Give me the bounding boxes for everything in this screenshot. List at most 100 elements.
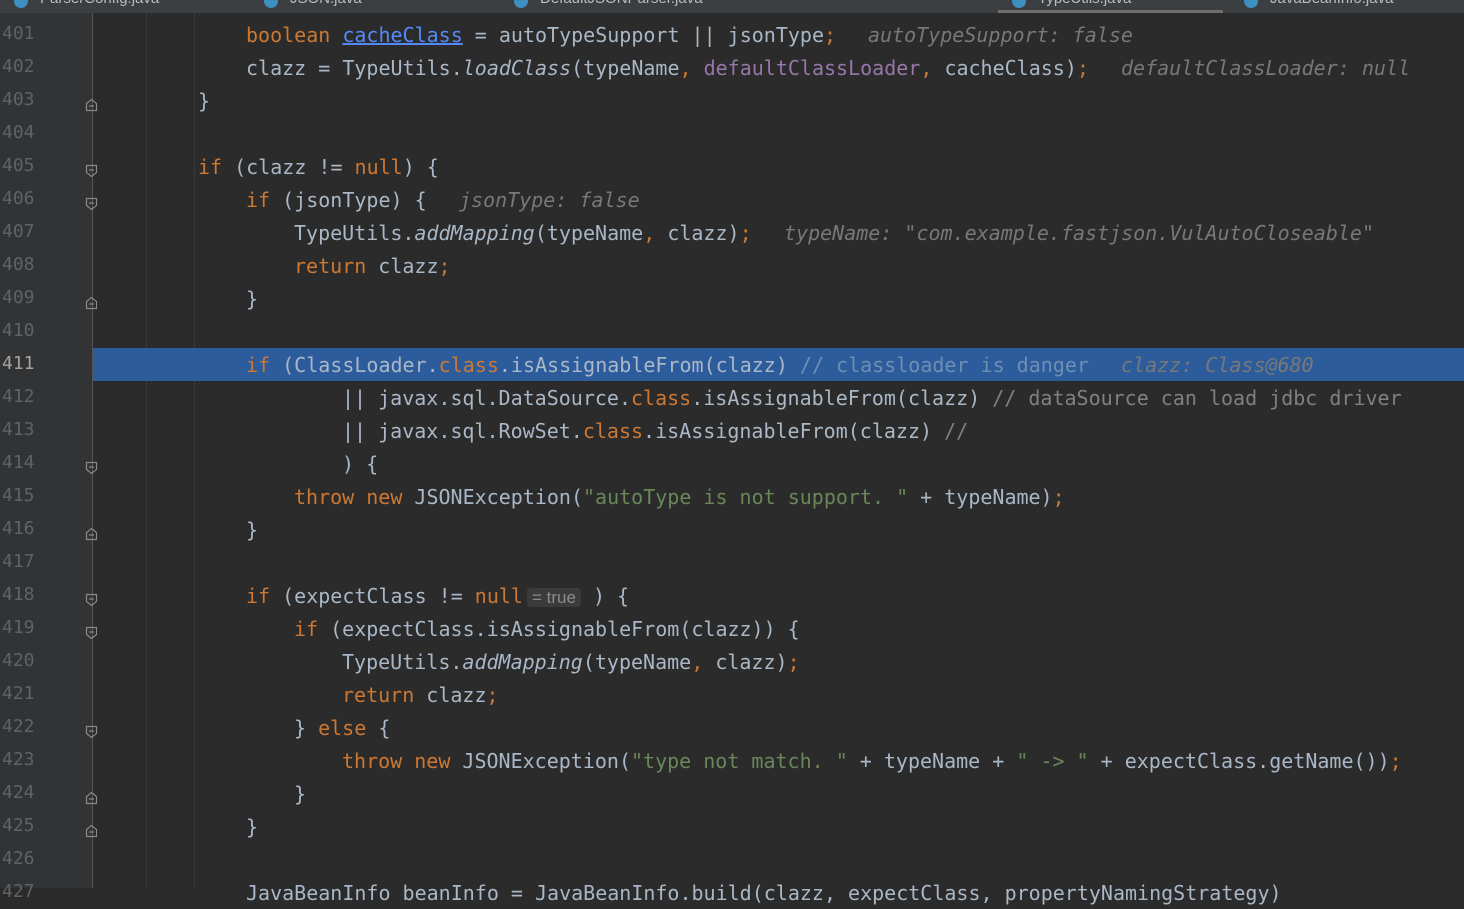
editor-tab[interactable]: DefaultJSONParser.java <box>500 0 740 13</box>
line-number: 409 <box>2 287 35 308</box>
code-token: clazz <box>378 254 439 278</box>
fold-collapse-icon[interactable] <box>85 588 98 607</box>
line-number: 416 <box>2 518 35 539</box>
code-line[interactable]: 421 return clazz; <box>0 678 1464 711</box>
code-token: JSONException( <box>462 749 631 773</box>
code-line[interactable]: 425} <box>0 810 1464 843</box>
java-class-icon <box>514 0 528 8</box>
code-line[interactable]: 417 <box>0 546 1464 579</box>
code-token: ) { <box>402 155 439 179</box>
code-token: return <box>294 254 379 278</box>
code-line[interactable]: 409} <box>0 282 1464 315</box>
code-token: addMapping <box>462 650 583 674</box>
line-number: 420 <box>2 650 35 671</box>
line-number: 424 <box>2 782 35 803</box>
code-text: JavaBeanInfo beanInfo = JavaBeanInfo.bui… <box>246 881 1282 905</box>
code-token: null <box>354 155 403 179</box>
java-class-icon <box>1244 0 1258 8</box>
fold-collapse-icon[interactable] <box>85 456 98 475</box>
code-text: TypeUtils.addMapping(typeName, clazz); <box>294 221 752 245</box>
line-number: 421 <box>2 683 35 704</box>
code-token: cacheClass <box>342 23 463 47</box>
line-number: 403 <box>2 89 35 110</box>
editor-tab-label: ParserConfig.java <box>40 0 159 7</box>
code-line[interactable]: 413 || javax.sql.RowSet.class.isAssignabl… <box>0 414 1464 447</box>
fold-end-icon[interactable] <box>85 291 98 310</box>
code-text: throw new JSONException("type not match.… <box>342 749 1402 773</box>
code-text: } <box>246 815 258 839</box>
line-number: 417 <box>2 551 35 572</box>
code-token: (ClassLoader. <box>282 353 439 377</box>
code-line[interactable]: 416} <box>0 513 1464 546</box>
code-line[interactable]: 406 if (jsonType) {jsonType: false <box>0 183 1464 216</box>
fold-end-icon[interactable] <box>85 522 98 541</box>
editor-tab[interactable]: JavaBeanInfo.java <box>1230 0 1464 13</box>
code-text: TypeUtils.addMapping(typeName, clazz); <box>342 650 800 674</box>
fold-end-icon[interactable] <box>85 93 98 112</box>
editor-tab[interactable]: TypeUtils.java <box>998 0 1223 13</box>
code-token: if <box>246 188 283 212</box>
code-line-current[interactable]: 411 if (ClassLoader.class.isAssignableFro… <box>0 348 1464 381</box>
code-token: loadClass <box>462 56 572 80</box>
code-line[interactable]: 412 || javax.sql.DataSource.class.isAssig… <box>0 381 1464 414</box>
code-token: null <box>474 584 523 608</box>
code-line[interactable]: 422} else { <box>0 711 1464 744</box>
code-token: if <box>294 617 331 641</box>
code-token: if <box>198 155 235 179</box>
code-token: // classloader is danger <box>799 353 1089 377</box>
fold-end-icon[interactable] <box>85 786 98 805</box>
line-number: 408 <box>2 254 35 275</box>
fold-collapse-icon[interactable] <box>85 192 98 211</box>
code-text: } <box>246 518 258 542</box>
line-number: 410 <box>2 320 35 341</box>
code-text: if (jsonType) { <box>246 188 427 212</box>
code-token: addMapping <box>414 221 535 245</box>
code-token: (expectClass != <box>282 584 475 608</box>
code-token: clazz = TypeUtils. <box>246 56 463 80</box>
code-token: ; <box>739 221 752 245</box>
fold-end-icon[interactable] <box>85 819 98 838</box>
code-token: } <box>198 89 211 113</box>
code-line[interactable]: 407 TypeUtils.addMapping(typeName, clazz)… <box>0 216 1464 249</box>
line-number: 406 <box>2 188 35 209</box>
code-token: "type not match. " <box>631 749 848 773</box>
fold-collapse-icon[interactable] <box>85 720 98 739</box>
code-token: , <box>643 221 668 245</box>
code-line[interactable]: 424} <box>0 777 1464 810</box>
code-token: + typeName) <box>908 485 1053 509</box>
code-line[interactable]: 419 if (expectClass.isAssignableFrom(claz… <box>0 612 1464 645</box>
code-line[interactable]: 415 throw new JSONException("autoType is … <box>0 480 1464 513</box>
editor-tab[interactable]: ParserConfig.java <box>0 0 240 13</box>
code-token: class <box>582 419 644 443</box>
code-token: { <box>378 716 391 740</box>
fold-collapse-icon[interactable] <box>85 159 98 178</box>
line-number: 404 <box>2 122 35 143</box>
code-line[interactable]: 427 JavaBeanInfo beanInfo = JavaBeanInfo.… <box>0 876 1464 909</box>
fold-collapse-icon[interactable] <box>85 621 98 640</box>
code-line[interactable]: 408 return clazz; <box>0 249 1464 282</box>
code-token: , <box>679 56 704 80</box>
code-line[interactable]: 401 boolean cacheClass = autoTypeSupport … <box>0 18 1464 51</box>
code-line[interactable]: 418 if (expectClass != null = true ) { <box>0 579 1464 612</box>
code-text: if (expectClass != null = true ) { <box>246 584 629 608</box>
code-line[interactable]: 405 if (clazz != null) { <box>0 150 1464 183</box>
code-token: .isAssignableFrom(clazz) <box>498 353 800 377</box>
line-number: 415 <box>2 485 35 506</box>
code-line[interactable]: 420 TypeUtils.addMapping(typeName, clazz)… <box>0 645 1464 678</box>
code-line[interactable]: 426 <box>0 843 1464 876</box>
code-token: ; <box>438 254 451 278</box>
editor-tab[interactable]: JSON.java <box>250 0 490 13</box>
code-text: || javax.sql.DataSource.class.isAssignab… <box>342 386 1402 410</box>
code-line[interactable]: 404 <box>0 117 1464 150</box>
code-line[interactable]: 410 <box>0 315 1464 348</box>
code-line[interactable]: 403} <box>0 84 1464 117</box>
code-line[interactable]: 423 throw new JSONException("type not mat… <box>0 744 1464 777</box>
line-number: 423 <box>2 749 35 770</box>
code-line[interactable]: 402 clazz = TypeUtils.loadClass(typeName,… <box>0 51 1464 84</box>
code-token: + typeName + <box>847 749 1017 773</box>
code-token: (expectClass.isAssignableFrom(clazz)) { <box>330 617 800 641</box>
code-token: ; <box>787 650 800 674</box>
code-token: } <box>294 716 319 740</box>
code-token: (jsonType) { <box>282 188 427 212</box>
code-line[interactable]: 414) { <box>0 447 1464 480</box>
